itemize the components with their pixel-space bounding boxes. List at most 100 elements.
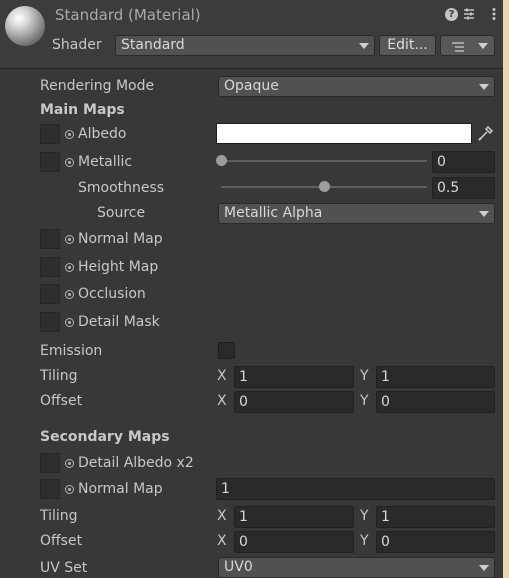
metallic-slider-knob[interactable] (216, 155, 227, 166)
emission-label: Emission (40, 343, 103, 359)
tiling-y-value: 1 (381, 369, 390, 385)
uv-set-value: UV0 (224, 559, 253, 575)
tiling-x-value: 1 (239, 369, 248, 385)
detail-mask-texture-slot[interactable] (40, 312, 60, 332)
more-icon[interactable] (487, 7, 501, 21)
source-label: Source (97, 205, 146, 221)
secondary-tiling-x-value: 1 (239, 509, 248, 525)
secondary-offset-y-field[interactable]: 0 (376, 531, 495, 553)
metallic-value-field[interactable]: 0 (432, 151, 495, 173)
offset-x-field[interactable]: 0 (234, 391, 354, 413)
object-picker-icon[interactable] (65, 129, 74, 139)
material-header: Standard (Material) ? Shader Standard Ed… (0, 0, 503, 69)
smoothness-label: Smoothness (78, 180, 165, 196)
object-picker-icon[interactable] (65, 458, 74, 468)
secondary-tiling-y-field[interactable]: 1 (376, 506, 495, 528)
offset-y-axis-label: Y (360, 393, 369, 409)
height-map-label: Height Map (78, 259, 159, 275)
detail-mask-label-row: Detail Mask (65, 314, 160, 330)
eyedropper-icon[interactable] (476, 124, 494, 143)
secondary-normal-scale-field[interactable]: 1 (216, 478, 495, 500)
smoothness-value: 0.5 (437, 180, 460, 196)
object-picker-icon[interactable] (65, 317, 74, 327)
metallic-label: Metallic (78, 154, 133, 170)
offset-x-axis-label: X (217, 393, 227, 409)
occlusion-texture-slot[interactable] (40, 284, 60, 304)
offset-y-field[interactable]: 0 (376, 391, 495, 413)
secondary-tiling-x-field[interactable]: 1 (234, 506, 354, 528)
offset-y-value: 0 (381, 394, 390, 410)
metallic-label-row: Metallic (65, 154, 132, 170)
uv-set-label: UV Set (40, 560, 88, 576)
offset-label: Offset (40, 393, 83, 409)
shader-options-button[interactable] (440, 35, 495, 56)
source-dropdown[interactable]: Metallic Alpha (218, 203, 495, 224)
albedo-label-row: Albedo (65, 126, 126, 142)
secondary-normal-map-label: Normal Map (78, 481, 163, 497)
secondary-normal-scale-value: 1 (221, 481, 230, 497)
object-picker-icon[interactable] (65, 484, 74, 494)
secondary-offset-x-field[interactable]: 0 (234, 531, 354, 553)
detail-mask-label: Detail Mask (78, 314, 160, 330)
secondary-tiling-label: Tiling (40, 508, 78, 524)
normal-map-label-row: Normal Map (65, 231, 163, 247)
uv-set-dropdown[interactable]: UV0 (218, 557, 495, 578)
smoothness-value-field[interactable]: 0.5 (432, 177, 495, 199)
offset-x-value: 0 (239, 394, 248, 410)
secondary-offset-y-value: 0 (381, 534, 390, 550)
preset-icon[interactable] (462, 7, 476, 21)
emission-checkbox[interactable] (218, 342, 235, 359)
secondary-normal-map-label-row: Normal Map (65, 481, 163, 497)
normal-map-label: Normal Map (78, 231, 163, 247)
help-icon[interactable]: ? (445, 8, 458, 21)
secondary-offset-x-value: 0 (239, 534, 248, 550)
material-preview-sphere (5, 6, 45, 46)
window-edge (503, 0, 509, 578)
secondary-tiling-y-axis-label: Y (360, 508, 369, 524)
detail-albedo-texture-slot[interactable] (40, 453, 60, 473)
detail-albedo-label-row: Detail Albedo x2 (65, 455, 194, 471)
occlusion-label-row: Occlusion (65, 286, 146, 302)
metallic-value: 0 (437, 154, 446, 170)
source-value: Metallic Alpha (224, 205, 323, 221)
rendering-mode-label: Rendering Mode (40, 78, 155, 94)
object-picker-icon[interactable] (65, 157, 74, 167)
tiling-x-field[interactable]: 1 (234, 366, 354, 388)
detail-albedo-label: Detail Albedo x2 (78, 455, 194, 471)
metallic-slider-track[interactable] (221, 160, 427, 162)
shader-value: Standard (121, 37, 185, 53)
chevron-down-icon (478, 43, 488, 49)
secondary-offset-y-axis-label: Y (360, 533, 369, 549)
tiling-y-field[interactable]: 1 (376, 366, 495, 388)
chevron-down-icon (479, 565, 489, 571)
tiling-x-axis-label: X (217, 368, 227, 384)
albedo-label: Albedo (78, 126, 127, 142)
height-map-texture-slot[interactable] (40, 257, 60, 277)
secondary-tiling-y-value: 1 (381, 509, 390, 525)
material-title: Standard (Material) (55, 6, 201, 24)
secondary-offset-label: Offset (40, 533, 83, 549)
secondary-offset-x-axis-label: X (217, 533, 227, 549)
object-picker-icon[interactable] (65, 234, 74, 244)
tiling-y-axis-label: Y (360, 368, 369, 384)
metallic-texture-slot[interactable] (40, 152, 60, 172)
shader-dropdown[interactable]: Standard (115, 35, 375, 56)
rendering-mode-dropdown[interactable]: Opaque (218, 76, 495, 97)
albedo-texture-slot[interactable] (40, 124, 60, 144)
albedo-color-field[interactable] (216, 123, 472, 144)
secondary-maps-heading: Secondary Maps (40, 429, 170, 445)
chevron-down-icon (479, 84, 489, 90)
secondary-tiling-x-axis-label: X (217, 508, 227, 524)
smoothness-slider-knob[interactable] (319, 181, 330, 192)
chevron-down-icon (359, 43, 369, 49)
secondary-normal-map-texture-slot[interactable] (40, 479, 60, 499)
edit-button[interactable]: Edit... (379, 35, 436, 56)
object-picker-icon[interactable] (65, 262, 74, 272)
list-icon (451, 40, 465, 59)
main-maps-heading: Main Maps (40, 102, 125, 118)
chevron-down-icon (479, 211, 489, 217)
shader-label: Shader (52, 37, 102, 53)
normal-map-texture-slot[interactable] (40, 229, 60, 249)
occlusion-label: Occlusion (78, 286, 146, 302)
object-picker-icon[interactable] (65, 289, 74, 299)
